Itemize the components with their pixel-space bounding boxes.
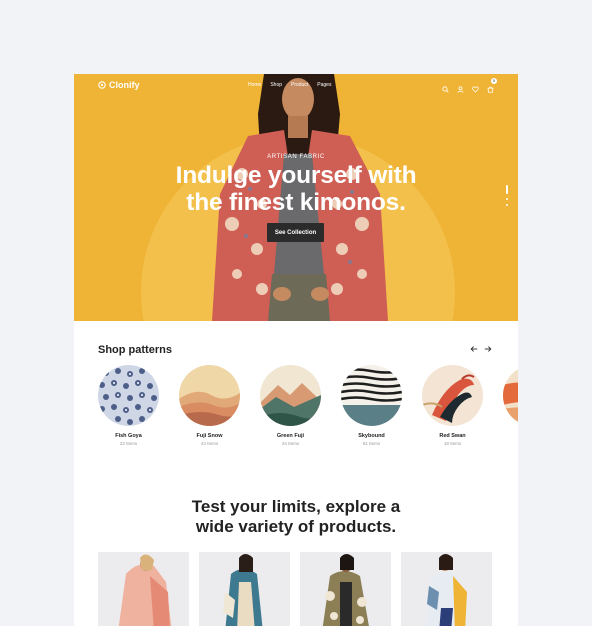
brand-logo[interactable]: Clonify xyxy=(98,80,140,90)
pattern-name: Skybound xyxy=(358,433,385,439)
pattern-thumbnail xyxy=(179,365,240,426)
pattern-name: Green Fuji xyxy=(276,433,305,439)
nav-link-shop[interactable]: Shop xyxy=(270,82,282,88)
product-card[interactable] xyxy=(300,552,391,626)
slider-dot[interactable] xyxy=(506,198,508,200)
pattern-carousel-arrows xyxy=(470,345,492,353)
pattern-item-fish-goya[interactable]: Fish Goya 22 Items xyxy=(98,365,159,446)
pattern-name: Red Swan xyxy=(439,433,466,439)
pattern-name: Fuji Snow xyxy=(196,433,223,439)
hero-headline-line2: the finest kimonos. xyxy=(186,189,406,216)
pattern-thumbnail xyxy=(260,365,321,426)
logo-icon xyxy=(98,81,106,89)
hero-slider-dots xyxy=(506,185,508,206)
nav-link-home[interactable]: Home xyxy=(248,82,261,88)
pattern-count: 22 Items xyxy=(119,441,138,446)
product-image xyxy=(98,552,189,626)
top-nav: Clonify Home Shop Product Pages 0 xyxy=(74,74,518,94)
pattern-count: 18 Items xyxy=(443,441,462,446)
hero-headline: Indulge yourself with the finest kimonos… xyxy=(74,162,518,216)
pattern-item-skybound[interactable]: Skybound 81 Items xyxy=(341,365,402,446)
search-icon[interactable] xyxy=(442,85,449,93)
hero-headline-line1: Indulge yourself with xyxy=(175,162,417,189)
products-title: Test your limits, explore a wide variety… xyxy=(74,497,518,536)
nav-link-pages[interactable]: Pages xyxy=(317,82,331,88)
slider-dot[interactable] xyxy=(506,204,508,206)
pattern-item-fuji-snow[interactable]: Fuji Snow 43 Items xyxy=(179,365,240,446)
pattern-thumbnail xyxy=(422,365,483,426)
nav-icons: 0 xyxy=(442,78,497,98)
pattern-item-partial[interactable]: S xyxy=(503,365,518,446)
cart-button[interactable]: 0 xyxy=(487,78,497,98)
cart-icon xyxy=(487,86,494,93)
product-card[interactable] xyxy=(98,552,189,626)
pattern-count: 81 Items xyxy=(362,441,381,446)
page-frame: Clonify Home Shop Product Pages 0 ARTISA… xyxy=(74,74,518,626)
product-image xyxy=(300,552,391,626)
nav-links: Home Shop Product Pages xyxy=(248,82,331,88)
products-title-line1: Test your limits, explore a xyxy=(191,497,401,516)
see-collection-button[interactable]: See Collection xyxy=(267,223,324,242)
hero-eyebrow: ARTISAN FABRIC xyxy=(267,154,325,160)
pattern-name: Fish Goya xyxy=(115,433,142,439)
shop-patterns-title: Shop patterns xyxy=(98,344,172,356)
products-title-line2: wide variety of products. xyxy=(195,516,397,536)
slider-dot-active[interactable] xyxy=(506,185,508,194)
product-grid xyxy=(98,552,492,626)
user-icon[interactable] xyxy=(457,85,464,93)
product-card[interactable] xyxy=(401,552,492,626)
product-image xyxy=(401,552,492,626)
arrow-left-icon[interactable] xyxy=(470,345,478,353)
pattern-count: 43 Items xyxy=(200,441,219,446)
pattern-thumbnail xyxy=(98,365,159,426)
pattern-count: 34 Items xyxy=(281,441,300,446)
pattern-item-green-fuji[interactable]: Green Fuji 34 Items xyxy=(260,365,321,446)
product-card[interactable] xyxy=(199,552,290,626)
product-image xyxy=(199,552,290,626)
cart-count-badge: 0 xyxy=(491,78,497,84)
hero-banner: Clonify Home Shop Product Pages 0 ARTISA… xyxy=(74,74,518,321)
nav-link-product[interactable]: Product xyxy=(291,82,308,88)
brand-name: Clonify xyxy=(109,80,140,90)
heart-icon[interactable] xyxy=(472,85,479,93)
arrow-right-icon[interactable] xyxy=(484,345,492,353)
pattern-thumbnail xyxy=(503,365,518,426)
pattern-thumbnail xyxy=(341,365,402,426)
pattern-item-red-swan[interactable]: Red Swan 18 Items xyxy=(422,365,483,446)
pattern-list: Fish Goya 22 Items Fuji Snow 43 Items Gr… xyxy=(98,365,518,446)
